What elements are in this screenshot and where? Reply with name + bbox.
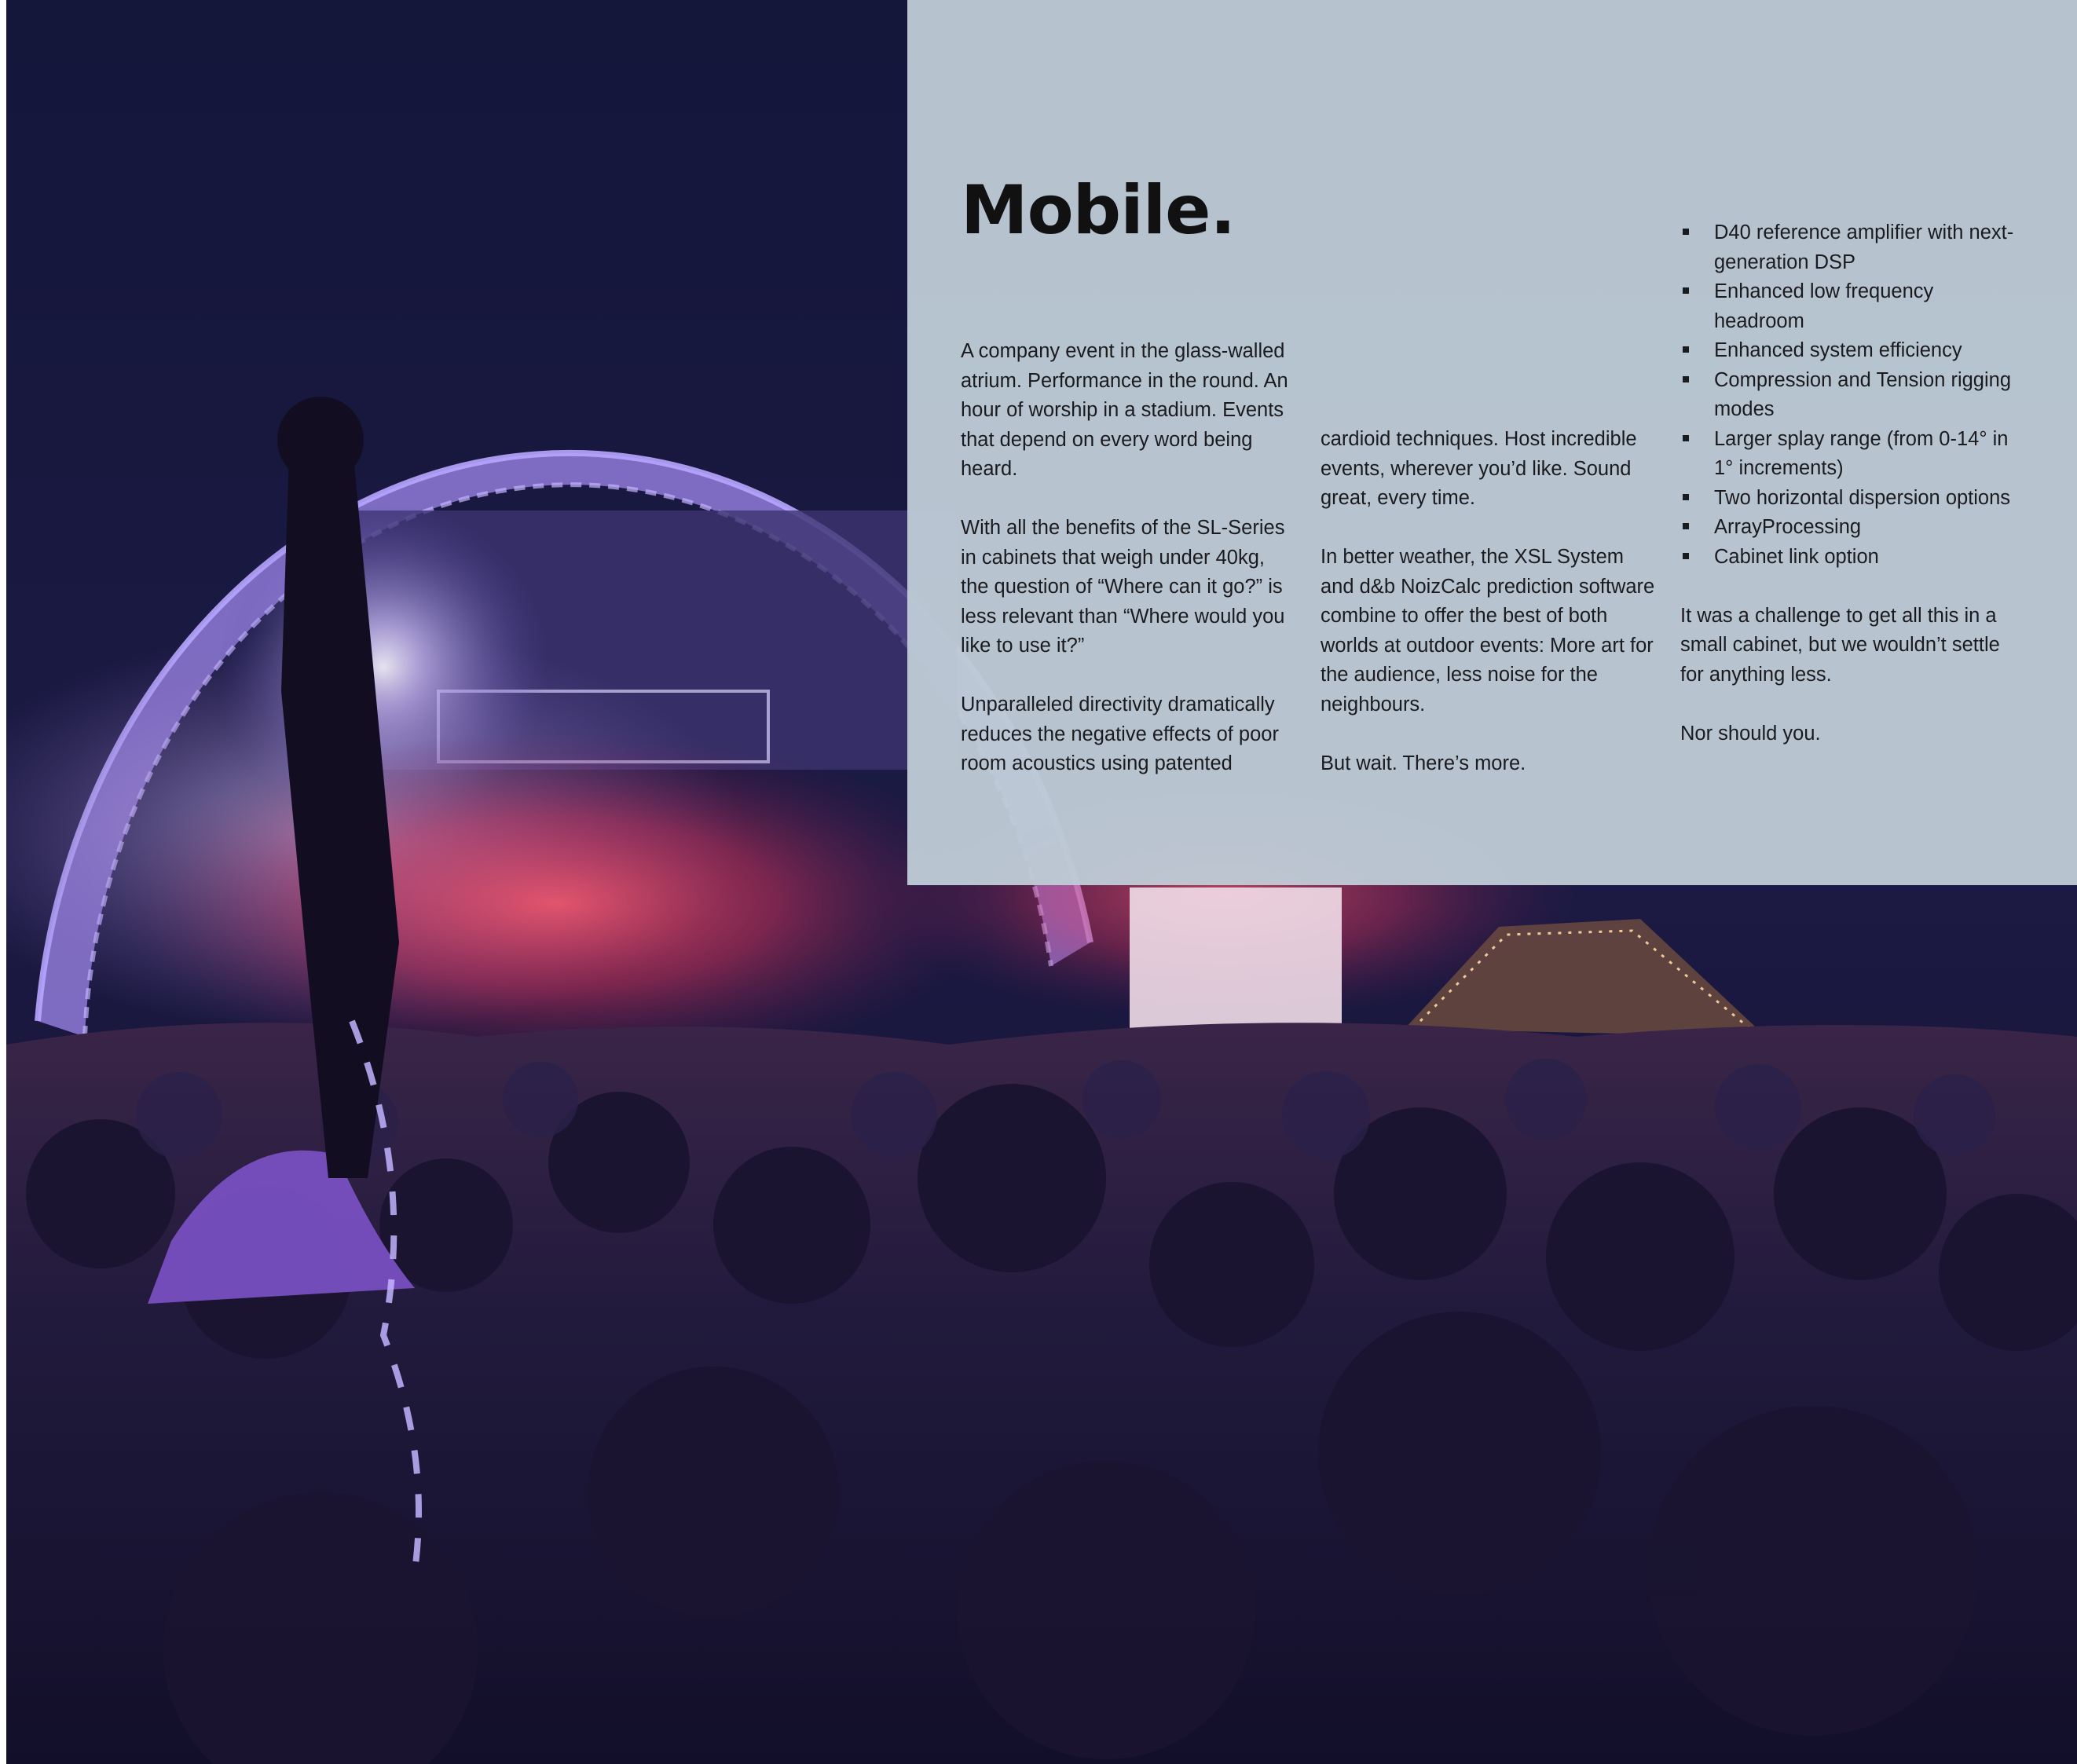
paragraph: But wait. There’s more. xyxy=(1321,752,1526,774)
text-column-2: cardioid techniques. Host incredible eve… xyxy=(1321,425,1658,808)
feature-item: Enhanced system efficiency xyxy=(1680,336,2018,366)
text-column-3: D40 reference amplifier with next-genera… xyxy=(1680,218,2018,778)
text-column-1: A company event in the glass-walled atri… xyxy=(961,337,1291,808)
paragraph: With all the benefits of the SL-Series i… xyxy=(961,517,1285,657)
paragraph: A company event in the glass-walled atri… xyxy=(961,340,1288,480)
paragraph: It was a challenge to get all this in a … xyxy=(1680,604,2000,686)
page-title: Mobile. xyxy=(961,171,1236,250)
feature-item: Cabinet link option xyxy=(1680,543,2018,573)
feature-item: Larger splay range (from 0-14° in 1° inc… xyxy=(1680,425,2018,484)
text-panel: Mobile. A company event in the glass-wal… xyxy=(907,0,2077,885)
feature-item: D40 reference amplifier with next-genera… xyxy=(1680,218,2018,277)
feature-list: D40 reference amplifier with next-genera… xyxy=(1680,218,2018,572)
paragraph: cardioid techniques. Host incredible eve… xyxy=(1321,428,1637,509)
paragraph: Nor should you. xyxy=(1680,722,1821,745)
paragraph: Unparalleled directivity dramatically re… xyxy=(961,694,1279,774)
paragraph: In better weather, the XSL System and d&… xyxy=(1321,546,1655,715)
feature-item: Compression and Tension rigging modes xyxy=(1680,366,2018,425)
feature-item: Two horizontal dispersion options xyxy=(1680,484,2018,514)
feature-item: Enhanced low frequency headroom xyxy=(1680,277,2018,336)
feature-item: ArrayProcessing xyxy=(1680,513,2018,543)
